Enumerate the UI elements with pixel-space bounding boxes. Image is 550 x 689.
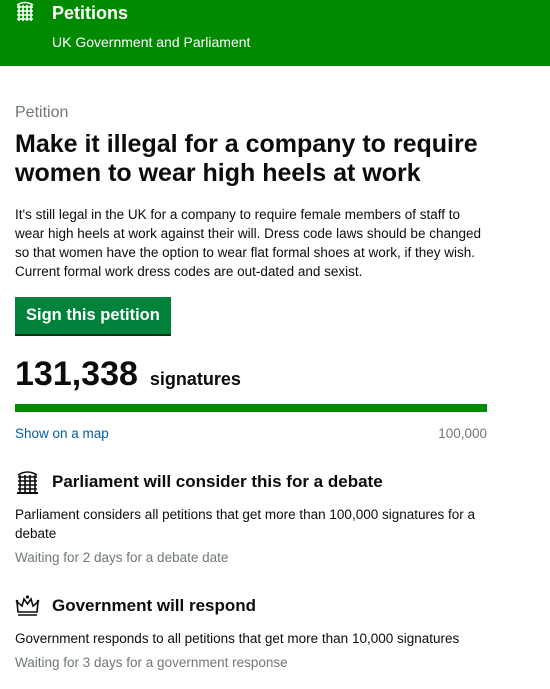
parliament-status: Waiting for 2 days for a debate date — [15, 550, 229, 565]
government-heading-row: Government will respond — [15, 593, 490, 618]
petition-caption: Petition — [15, 104, 69, 121]
sign-petition-button[interactable]: Sign this petition — [15, 297, 171, 336]
site-title[interactable]: Petitions — [52, 3, 128, 23]
site-subtitle: UK Government and Parliament — [52, 34, 251, 50]
parliament-heading: Parliament will consider this for a deba… — [52, 471, 383, 491]
signature-progress-fill — [15, 404, 487, 412]
parliament-text: Parliament considers all petitions that … — [15, 507, 476, 541]
government-status: Waiting for 3 days for a government resp… — [15, 655, 288, 670]
portcullis-icon — [17, 471, 38, 494]
government-text: Government responds to all petitions tha… — [15, 631, 460, 646]
signature-threshold: 100,000 — [438, 426, 487, 441]
government-section: Government will respond Government respo… — [15, 593, 490, 671]
show-on-map-link[interactable]: Show on a map — [15, 426, 109, 442]
crown-icon — [15, 595, 40, 616]
signature-count-row: 131,338 signatures — [15, 356, 490, 392]
government-heading: Government will respond — [52, 595, 257, 615]
signature-count: 131,338 — [15, 355, 138, 393]
petition-title: Make it illegal for a company to require… — [15, 130, 478, 187]
portcullis-logo-icon[interactable] — [14, 0, 36, 22]
site-header: Petitions UK Government and Parliament — [0, 0, 550, 66]
parliament-section: Parliament will consider this for a deba… — [15, 469, 490, 566]
petition-description: It's still legal in the UK for a company… — [15, 207, 482, 279]
parliament-heading-row: Parliament will consider this for a deba… — [15, 469, 490, 494]
map-row: Show on a map 100,000 — [15, 426, 487, 442]
signature-label: signatures — [149, 369, 241, 389]
signature-progress-bar — [15, 404, 487, 412]
petition-main: Petition Make it illegal for a company t… — [15, 104, 490, 671]
